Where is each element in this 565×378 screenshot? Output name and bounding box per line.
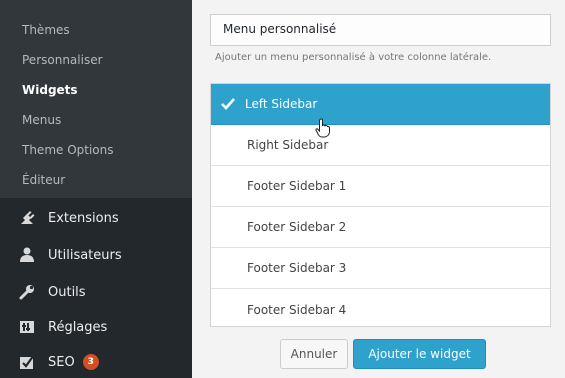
hand-cursor-icon <box>315 118 331 142</box>
users-icon <box>18 246 36 264</box>
notification-badge: 3 <box>82 354 99 370</box>
widget-title[interactable]: Menu personnalisé <box>210 14 551 46</box>
sidebar-option-footer-1[interactable]: Footer Sidebar 1 <box>211 166 550 207</box>
menu-item-label: Utilisateurs <box>48 247 122 263</box>
sidebar-option-label: Left Sidebar <box>245 97 318 111</box>
plugin-icon <box>18 209 36 227</box>
seo-icon <box>18 353 36 371</box>
sidebar-option-right[interactable]: Right Sidebar <box>211 125 550 166</box>
sidebar-option-label: Footer Sidebar 4 <box>247 302 347 317</box>
cancel-button[interactable]: Annuler <box>280 339 348 369</box>
sidebar-option-footer-4[interactable]: Footer Sidebar 4 <box>211 289 550 330</box>
submenu-item-widgets[interactable]: Widgets <box>22 82 78 98</box>
menu-item-users[interactable]: Utilisateurs <box>18 243 122 267</box>
add-widget-button[interactable]: Ajouter le widget <box>353 339 486 369</box>
sidebar-option-footer-2[interactable]: Footer Sidebar 2 <box>211 207 550 248</box>
submenu-item-themes[interactable]: Thèmes <box>22 22 70 38</box>
sidebar-option-footer-3[interactable]: Footer Sidebar 3 <box>211 248 550 289</box>
admin-sidebar: Thèmes Personnaliser Widgets Menus Theme… <box>0 0 192 378</box>
menu-item-label: SEO <box>48 354 75 370</box>
widget-panel: Menu personnalisé Ajouter un menu person… <box>192 0 565 378</box>
menu-item-label: Outils <box>48 284 86 300</box>
menu-item-seo[interactable]: SEO 3 <box>18 350 99 374</box>
menu-item-settings[interactable]: Réglages <box>18 315 107 339</box>
menu-item-tools[interactable]: Outils <box>18 280 86 304</box>
wrench-icon <box>18 283 36 301</box>
sidebar-chooser-list: Left Sidebar Right Sidebar Footer Sideba… <box>210 83 551 327</box>
sidebar-option-label: Footer Sidebar 2 <box>247 220 347 234</box>
widget-description: Ajouter un menu personnalisé à votre col… <box>215 52 492 63</box>
submenu-item-customize[interactable]: Personnaliser <box>22 52 103 68</box>
menu-item-label: Extensions <box>48 210 119 226</box>
menu-item-extensions[interactable]: Extensions <box>18 206 119 230</box>
settings-icon <box>18 318 36 336</box>
submenu-item-menus[interactable]: Menus <box>22 112 61 128</box>
checkmark-icon <box>221 98 235 110</box>
appearance-submenu: Thèmes Personnaliser Widgets Menus Theme… <box>0 0 192 198</box>
sidebar-option-label: Footer Sidebar 3 <box>247 261 347 275</box>
submenu-item-editor[interactable]: Éditeur <box>22 172 65 188</box>
sidebar-option-left[interactable]: Left Sidebar <box>211 84 550 125</box>
submenu-item-theme-options[interactable]: Theme Options <box>22 142 114 158</box>
sidebar-option-label: Footer Sidebar 1 <box>247 179 347 193</box>
menu-item-label: Réglages <box>48 319 108 335</box>
